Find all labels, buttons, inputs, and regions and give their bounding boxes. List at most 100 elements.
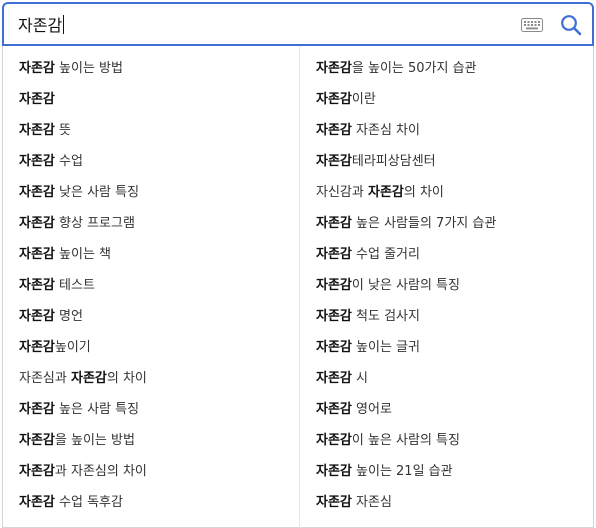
suggestion-text: 자존심 차이 xyxy=(351,123,420,138)
suggestion-highlight: 자존감 xyxy=(19,123,55,138)
suggestion-text: 테라피상담센터 xyxy=(351,154,436,169)
suggestion-item[interactable]: 자존감테라피상담센터 xyxy=(316,146,496,177)
suggestion-text: 높이는 21일 습관 xyxy=(351,464,453,479)
suggestion-highlight: 자존감 xyxy=(316,340,352,355)
suggestion-text: 이 낮은 사람의 특징 xyxy=(351,278,460,293)
suggestion-text: 을 높이는 50가지 습관 xyxy=(351,61,477,76)
suggestion-item[interactable]: 자존감을 높이는 방법 xyxy=(19,425,147,456)
suggestion-item[interactable]: 자존감 높이는 방법 xyxy=(19,53,147,84)
suggestion-item[interactable]: 자존감 높이는 21일 습관 xyxy=(316,456,496,487)
suggestion-highlight: 자존감 xyxy=(19,216,55,231)
suggestion-highlight: 자존감 xyxy=(316,371,352,386)
suggestion-item[interactable]: 자존감이란 xyxy=(316,84,496,115)
suggestion-highlight: 자존감 xyxy=(19,495,55,510)
suggestion-highlight: 자존감 xyxy=(70,371,107,386)
suggestion-text: 영어로 xyxy=(351,402,392,417)
suggestion-text: 높이는 책 xyxy=(54,247,111,262)
suggestion-list-left: 자존감 높이는 방법 자존감 자존감 뜻 자존감 수업 자존감 낮은 사람 특징 자존감 … xyxy=(19,53,147,518)
suggestion-highlight: 자존감 xyxy=(316,464,352,479)
suggestion-text: 과 자존심의 차이 xyxy=(54,464,147,479)
suggestion-text: 이란 xyxy=(351,92,376,107)
suggestion-highlight: 자존감 xyxy=(19,185,55,200)
keyboard-icon[interactable] xyxy=(521,18,543,32)
suggestion-text: 높은 사람 특징 xyxy=(54,402,140,417)
suggestion-text: 테스트 xyxy=(54,278,95,293)
suggestion-list-right: 자존감을 높이는 50가지 습관 자존감이란 자존감 자존심 차이 자존감테라피상담센… xyxy=(316,53,496,518)
suggestion-highlight: 자존감 xyxy=(19,433,55,448)
suggestion-text: 시 xyxy=(351,371,368,386)
suggestion-highlight: 자존감 xyxy=(316,278,352,293)
suggestion-item[interactable]: 자존감 수업 xyxy=(19,146,147,177)
suggestion-item[interactable]: 자존감 시 xyxy=(316,363,496,394)
suggestion-item[interactable]: 자존감 높이는 책 xyxy=(19,239,147,270)
suggestion-item[interactable]: 자존감 xyxy=(19,84,147,115)
suggestion-highlight: 자존감 xyxy=(19,402,55,417)
search-query: 자존감 xyxy=(18,16,63,35)
suggestion-item[interactable]: 자존감과 자존심의 차이 xyxy=(19,456,147,487)
suggestion-highlight: 자존감 xyxy=(19,92,55,107)
suggestion-text: 수업 독후감 xyxy=(54,495,123,510)
suggestion-text: 명언 xyxy=(54,309,83,324)
suggestion-text: 자신감과 xyxy=(316,185,368,200)
suggestion-highlight: 자존감 xyxy=(316,495,352,510)
suggestion-item[interactable]: 자존심과 자존감의 차이 xyxy=(19,363,147,394)
suggestion-item[interactable]: 자존감 높은 사람 특징 xyxy=(19,394,147,425)
suggestion-text: 의 차이 xyxy=(403,185,444,200)
suggestion-text: 이 높은 사람의 특징 xyxy=(351,433,460,448)
suggestion-text: 낮은 사람 특징 xyxy=(54,185,140,200)
suggestion-item[interactable]: 자존감높이기 xyxy=(19,332,147,363)
suggestion-highlight: 자존감 xyxy=(316,247,352,262)
suggestion-highlight: 자존감 xyxy=(316,123,352,138)
suggestion-item[interactable]: 자존감 자존심 xyxy=(316,487,496,518)
suggestion-text: 향상 프로그램 xyxy=(54,216,135,231)
suggestion-text: 을 높이는 방법 xyxy=(54,433,135,448)
column-divider xyxy=(299,46,300,528)
suggestion-highlight: 자존감 xyxy=(19,154,55,169)
suggestion-text: 수업 줄거리 xyxy=(351,247,420,262)
suggestion-highlight: 자존감 xyxy=(19,340,55,355)
search-icon[interactable] xyxy=(560,14,582,36)
suggestion-highlight: 자존감 xyxy=(19,247,55,262)
suggestion-item[interactable]: 자존감을 높이는 50가지 습관 xyxy=(316,53,496,84)
suggestion-item[interactable]: 자존감 뜻 xyxy=(19,115,147,146)
suggestion-text: 높이는 방법 xyxy=(54,61,123,76)
suggestion-highlight: 자존감 xyxy=(316,61,352,76)
suggestion-highlight: 자존감 xyxy=(316,433,352,448)
suggestion-text: 수업 xyxy=(54,154,83,169)
suggestion-text: 척도 검사지 xyxy=(351,309,420,324)
suggestion-item[interactable]: 자존감 향상 프로그램 xyxy=(19,208,147,239)
suggestion-text: 자존심 xyxy=(351,495,392,510)
suggestion-text: 높이기 xyxy=(54,340,91,355)
suggestion-text: 높은 사람들의 7가지 습관 xyxy=(351,216,497,231)
suggestion-highlight: 자존감 xyxy=(316,402,352,417)
suggestion-item[interactable]: 자존감 수업 줄거리 xyxy=(316,239,496,270)
suggestion-item[interactable]: 자존감 영어로 xyxy=(316,394,496,425)
suggestion-text: 뜻 xyxy=(54,123,71,138)
suggestion-highlight: 자존감 xyxy=(19,278,55,293)
suggestion-item[interactable]: 자존감 수업 독후감 xyxy=(19,487,147,518)
suggestion-item[interactable]: 자존감 높이는 글귀 xyxy=(316,332,496,363)
search-input[interactable]: 자존감 xyxy=(18,14,65,38)
suggestion-highlight: 자존감 xyxy=(316,309,352,324)
suggestion-item[interactable]: 자존감이 높은 사람의 특징 xyxy=(316,425,496,456)
suggestion-item[interactable]: 자존감 높은 사람들의 7가지 습관 xyxy=(316,208,496,239)
suggestion-item[interactable]: 자존감이 낮은 사람의 특징 xyxy=(316,270,496,301)
suggestion-item[interactable]: 자신감과 자존감의 차이 xyxy=(316,177,496,208)
suggestion-item[interactable]: 자존감 척도 검사지 xyxy=(316,301,496,332)
suggestion-highlight: 자존감 xyxy=(367,185,404,200)
suggestion-text: 자존심과 xyxy=(19,371,71,386)
suggestion-highlight: 자존감 xyxy=(19,309,55,324)
suggestion-highlight: 자존감 xyxy=(316,154,352,169)
suggestion-highlight: 자존감 xyxy=(19,464,55,479)
text-caret xyxy=(63,15,65,34)
suggestion-highlight: 자존감 xyxy=(316,92,352,107)
search-box[interactable]: 자존감 xyxy=(2,2,594,46)
suggestion-item[interactable]: 자존감 낮은 사람 특징 xyxy=(19,177,147,208)
suggestion-text: 높이는 글귀 xyxy=(351,340,420,355)
suggestion-item[interactable]: 자존감 테스트 xyxy=(19,270,147,301)
suggestion-highlight: 자존감 xyxy=(19,61,55,76)
suggestion-item[interactable]: 자존감 명언 xyxy=(19,301,147,332)
suggestion-text: 의 차이 xyxy=(106,371,147,386)
suggestion-item[interactable]: 자존감 자존심 차이 xyxy=(316,115,496,146)
suggestion-highlight: 자존감 xyxy=(316,216,352,231)
